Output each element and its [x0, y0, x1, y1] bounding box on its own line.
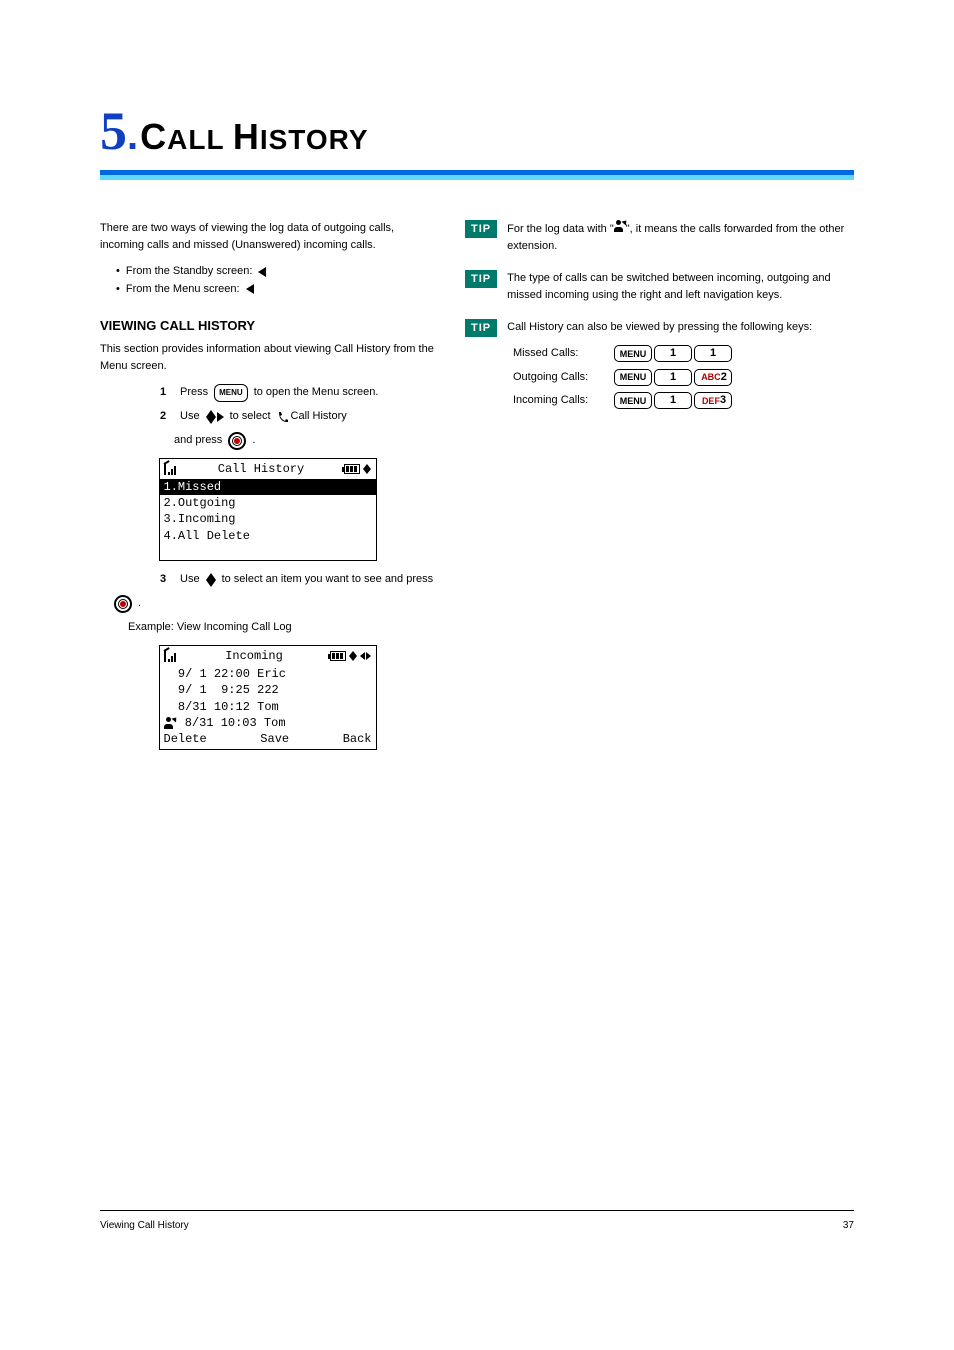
shortcut-outgoing: Outgoing Calls: MENU 1 ABC2	[513, 369, 732, 387]
step1-a: Press	[180, 384, 208, 402]
tip-badge: TIP	[465, 220, 497, 238]
screen-incoming: Incoming 9/ 1 22:00 Eric 9/ 1 9:25 222 8…	[159, 645, 377, 750]
outgoing-label: Outgoing Calls:	[513, 369, 608, 387]
scroll-ud-icon	[349, 651, 357, 661]
key-1-icon: 1	[654, 369, 692, 386]
tip3-text: Call History can also be viewed by press…	[507, 319, 812, 336]
forwarded-person-icon	[614, 220, 626, 232]
row3-text: 8/31 10:12 Tom	[164, 699, 279, 715]
screen1-title: Call History	[218, 461, 304, 477]
softkeys: Delete Save Back	[160, 731, 376, 749]
scroll-ud-icon	[363, 464, 371, 474]
screen2-title: Incoming	[225, 648, 283, 664]
tip-3: TIP Call History can also be viewed by p…	[465, 319, 854, 416]
bullet-standby: From the Standby screen:	[116, 263, 435, 281]
step3-c: .	[138, 595, 141, 613]
missed-label: Missed Calls:	[513, 345, 608, 363]
step-2: 2 Use to select Call History	[160, 408, 435, 426]
step3-a: Use	[180, 571, 200, 589]
softkey-delete: Delete	[164, 731, 207, 747]
screen2-row-1: 9/ 1 22:00 Eric	[160, 666, 376, 682]
softkey-save: Save	[260, 731, 289, 747]
footer-divider	[100, 1210, 854, 1211]
bullet-1-text: From the Standby screen:	[116, 263, 252, 281]
tip-2: TIP The type of calls can be switched be…	[465, 270, 854, 303]
screen1-item-3: 3.Incoming	[160, 511, 376, 527]
scroll-lr-icon	[360, 652, 371, 660]
page-number: 37	[843, 1220, 854, 1231]
screen1-item-2: 2.Outgoing	[160, 495, 376, 511]
divider	[100, 170, 854, 180]
step2-e: .	[252, 432, 255, 450]
tip2-text: The type of calls can be switched betwee…	[507, 270, 854, 303]
step-1: 1 Press MENU to open the Menu screen.	[160, 384, 435, 402]
key-1-icon: 1	[694, 345, 732, 362]
step2-d: and press	[174, 432, 222, 450]
signal-icon	[164, 463, 178, 475]
step-2-cont: and press .	[174, 432, 435, 450]
viewing-desc: This section provides information about …	[100, 341, 435, 374]
key-1-icon: 1	[654, 345, 692, 362]
menu-key-icon: MENU	[614, 369, 652, 386]
step-3-cont: .	[114, 595, 435, 613]
chapter-heading: 5 . CALL HISTORY	[100, 100, 854, 162]
incoming-label: Incoming Calls:	[513, 392, 608, 410]
screen2-row-4: 8/31 10:03 Tom	[160, 715, 376, 731]
key-2-icon: ABC2	[694, 369, 732, 386]
step2-b: to select	[230, 408, 271, 426]
phone-icon	[277, 411, 289, 423]
tip1-text: For the log data with "", it means the c…	[507, 220, 854, 254]
cap-c: C	[140, 116, 167, 157]
tip-badge: TIP	[465, 270, 497, 288]
step2-a: Use	[180, 408, 200, 426]
footer-text: Viewing Call History	[100, 1220, 189, 1231]
chapter-title-text: CALL HISTORY	[140, 116, 368, 158]
step3-b: to select an item you want to see and pr…	[222, 571, 434, 589]
row1-text: 9/ 1 22:00 Eric	[164, 666, 286, 682]
center-button-icon	[228, 432, 246, 450]
screen-call-history: Call History 1.Missed 2.Outgoing 3.Incom…	[159, 458, 377, 561]
rest2: ISTORY	[260, 124, 369, 155]
menu-key-icon: MENU	[614, 345, 652, 362]
cap-h: H	[233, 116, 260, 157]
row4-text: 8/31 10:03 Tom	[178, 715, 286, 731]
center-button-icon	[114, 595, 132, 613]
screen1-item-4: 4.All Delete	[160, 528, 376, 544]
nav-udr-icon	[206, 410, 224, 424]
step-3: 3 Use to select an item you want to see …	[160, 571, 435, 589]
screen2-row-3: 8/31 10:12 Tom	[160, 699, 376, 715]
shortcut-incoming: Incoming Calls: MENU 1 DEF3	[513, 392, 732, 410]
left-arrow-icon	[246, 284, 254, 294]
battery-icon	[344, 464, 360, 474]
menu-key-icon: MENU	[214, 384, 248, 402]
example-label: Example: View Incoming Call Log	[128, 619, 435, 636]
row2-text: 9/ 1 9:25 222	[164, 682, 279, 698]
section-viewing: VIEWING CALL HISTORY	[100, 318, 435, 333]
call-history-label: Call History	[291, 408, 347, 426]
tip-1: TIP For the log data with "", it means t…	[465, 220, 854, 254]
chapter-dot: .	[127, 114, 138, 159]
bullet-menu: From the Menu screen:	[116, 281, 435, 299]
softkey-back: Back	[343, 731, 372, 747]
tip-badge: TIP	[465, 319, 497, 337]
forwarded-person-icon	[164, 717, 176, 729]
step2-c: Call History	[277, 408, 347, 426]
battery-icon	[330, 651, 346, 661]
nav-ud-icon	[206, 573, 216, 587]
chapter-number: 5	[100, 100, 127, 162]
key-1-icon: 1	[654, 392, 692, 409]
screen1-item-1: 1.Missed	[160, 479, 376, 495]
left-arrow-icon	[258, 267, 266, 277]
menu-key-icon: MENU	[614, 392, 652, 409]
screen2-row-2: 9/ 1 9:25 222	[160, 682, 376, 698]
key-3-icon: DEF3	[694, 392, 732, 409]
shortcut-missed: Missed Calls: MENU 1 1	[513, 345, 732, 363]
intro-paragraph: There are two ways of viewing the log da…	[100, 220, 435, 253]
bullet-2-text: From the Menu screen:	[116, 281, 240, 299]
signal-icon	[164, 650, 178, 662]
step1-b: to open the Menu screen.	[254, 384, 379, 402]
rest1: ALL	[167, 124, 233, 155]
